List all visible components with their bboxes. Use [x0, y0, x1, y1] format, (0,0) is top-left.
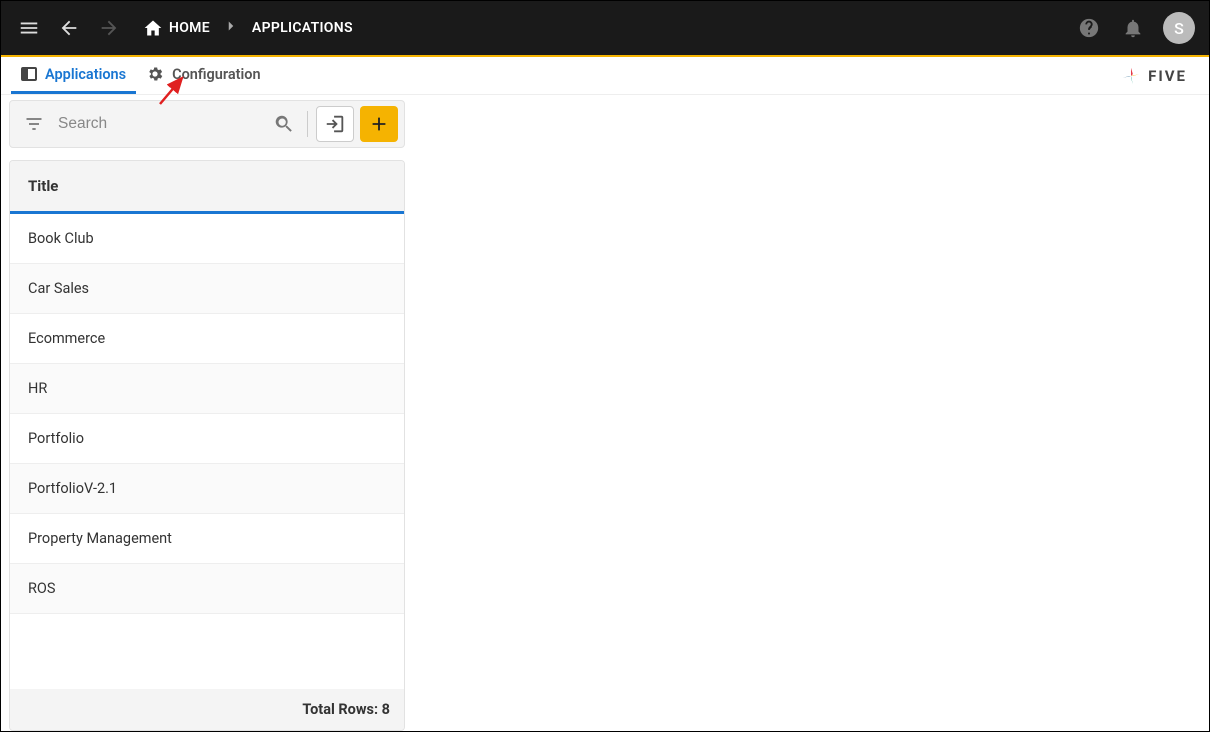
- breadcrumb-home-label: HOME: [169, 20, 210, 36]
- breadcrumb-home[interactable]: HOME: [143, 18, 210, 38]
- chevron-right-icon: [222, 17, 240, 39]
- brand-logo: FIVE: [1120, 65, 1187, 87]
- breadcrumb: HOME APPLICATIONS: [143, 17, 353, 39]
- table-row[interactable]: HR: [10, 364, 404, 414]
- brand-icon: [1120, 65, 1142, 87]
- table-header[interactable]: Title: [10, 161, 404, 214]
- tab-configuration[interactable]: Configuration: [136, 57, 271, 94]
- header-right: S: [1075, 12, 1195, 44]
- header-left: HOME APPLICATIONS: [15, 14, 353, 42]
- brand-text: FIVE: [1148, 67, 1187, 85]
- footer-label: Total Rows:: [302, 701, 378, 718]
- search-icon[interactable]: [269, 109, 299, 139]
- home-icon: [143, 18, 163, 38]
- filter-icon[interactable]: [20, 110, 48, 138]
- import-button[interactable]: [316, 106, 354, 142]
- gear-icon: [146, 65, 164, 83]
- tab-applications-label: Applications: [45, 66, 126, 83]
- forward-icon: [95, 14, 123, 42]
- table-row[interactable]: Portfolio: [10, 414, 404, 464]
- tab-applications[interactable]: Applications: [11, 57, 136, 94]
- table-row[interactable]: ROS: [10, 564, 404, 614]
- table-row[interactable]: Property Management: [10, 514, 404, 564]
- divider: [307, 111, 308, 137]
- table-footer: Total Rows: 8: [10, 689, 404, 730]
- table-row[interactable]: Ecommerce: [10, 314, 404, 364]
- table-body: Book Club Car Sales Ecommerce HR Portfol…: [10, 214, 404, 614]
- back-icon[interactable]: [55, 14, 83, 42]
- table-row[interactable]: PortfolioV-2.1: [10, 464, 404, 514]
- avatar-initial: S: [1174, 19, 1184, 38]
- add-button[interactable]: [360, 106, 398, 142]
- tab-bar: Applications Configuration FIVE: [1, 57, 1209, 95]
- main: Title Book Club Car Sales Ecommerce HR P…: [1, 95, 1209, 731]
- tab-configuration-label: Configuration: [172, 66, 261, 83]
- list-panel: Title Book Club Car Sales Ecommerce HR P…: [9, 100, 405, 731]
- menu-icon[interactable]: [15, 14, 43, 42]
- bell-icon[interactable]: [1119, 14, 1147, 42]
- app-header: HOME APPLICATIONS S: [1, 1, 1209, 55]
- table-header-label: Title: [28, 177, 58, 195]
- table-row[interactable]: Book Club: [10, 214, 404, 264]
- help-icon[interactable]: [1075, 14, 1103, 42]
- search-input[interactable]: [58, 115, 269, 133]
- breadcrumb-current[interactable]: APPLICATIONS: [252, 20, 353, 36]
- panel-icon: [21, 67, 37, 81]
- search-bar: [9, 100, 405, 148]
- footer-count: 8: [382, 701, 390, 718]
- table-spacer: [10, 614, 404, 689]
- avatar[interactable]: S: [1163, 12, 1195, 44]
- applications-table: Title Book Club Car Sales Ecommerce HR P…: [9, 160, 405, 731]
- table-row[interactable]: Car Sales: [10, 264, 404, 314]
